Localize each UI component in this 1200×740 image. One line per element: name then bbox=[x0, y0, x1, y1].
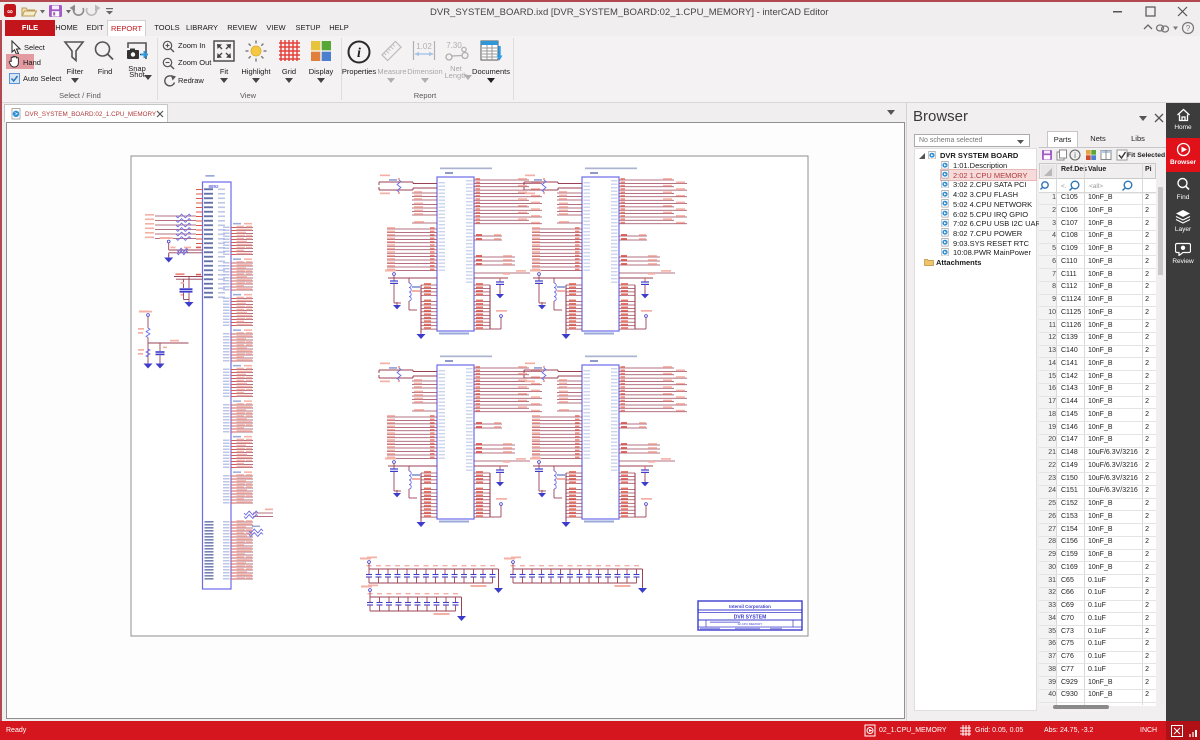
svg-text:Intersil Corporation: Intersil Corporation bbox=[729, 604, 771, 609]
svg-text:<all>: <all> bbox=[1089, 183, 1103, 190]
svg-text:?: ? bbox=[1186, 24, 1191, 33]
svg-text:<.: <. bbox=[1061, 183, 1067, 190]
svg-text:02.CPU MEMORY: 02.CPU MEMORY bbox=[738, 622, 763, 626]
svg-text:i: i bbox=[357, 46, 361, 61]
svg-text:7.30: 7.30 bbox=[446, 41, 462, 50]
svg-text:∞: ∞ bbox=[7, 7, 13, 16]
svg-text:DVR SYSTEM: DVR SYSTEM bbox=[734, 615, 767, 621]
svg-text:1.02: 1.02 bbox=[416, 42, 432, 51]
svg-text:8892: 8892 bbox=[209, 184, 220, 189]
